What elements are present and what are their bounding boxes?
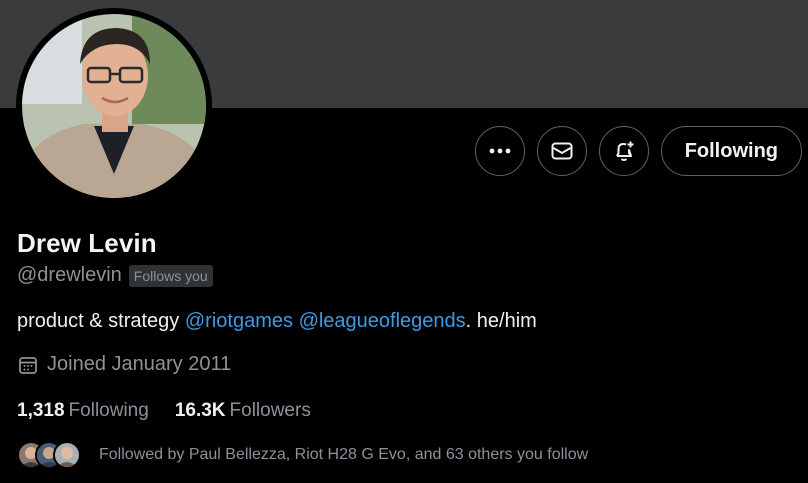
followed-by-text: Followed by Paul Bellezza, Riot H28 G Ev… (99, 446, 589, 463)
more-button[interactable] (474, 126, 525, 176)
bio-suffix: . he/him (465, 310, 537, 332)
mention-link-leagueoflegends[interactable]: @leagueoflegends (299, 310, 466, 332)
profile-avatar[interactable] (16, 8, 212, 204)
followers-label: Followers (229, 400, 311, 421)
following-button[interactable]: Following (660, 126, 802, 176)
bell-plus-icon (615, 141, 634, 161)
more-icon (489, 148, 511, 154)
followed-by-row[interactable]: Followed by Paul Bellezza, Riot H28 G Ev… (17, 441, 588, 469)
profile-handle: @drewlevin (17, 264, 122, 286)
follow-stats: 1,318 Following 16.3K Followers (17, 400, 311, 422)
profile-actions: Following (474, 126, 802, 176)
followers-stat[interactable]: 16.3K Followers (175, 400, 311, 422)
following-stat[interactable]: 1,318 Following (17, 400, 149, 422)
joined-text: Joined January 2011 (47, 353, 232, 375)
calendar-icon (19, 356, 37, 374)
avatar (53, 441, 81, 469)
mail-icon (551, 142, 573, 160)
avatar-photo (22, 14, 206, 198)
profile-bio: product & strategy @riotgames @leagueofl… (17, 310, 537, 333)
followed-by-avatars (17, 441, 81, 469)
joined-date: Joined January 2011 (18, 353, 231, 376)
notify-button[interactable] (598, 126, 649, 176)
following-label: Following (68, 400, 149, 421)
profile-name: Drew Levin (17, 228, 157, 258)
followers-count: 16.3K (174, 400, 226, 421)
bio-text: product & strategy (17, 310, 185, 332)
following-count: 1,318 (17, 400, 65, 421)
follows-you-badge: Follows you (128, 264, 213, 287)
mention-link-riotgames[interactable]: @riotgames (185, 310, 293, 332)
handle-row: @drewlevin Follows you (17, 264, 213, 287)
message-button[interactable] (536, 126, 587, 176)
